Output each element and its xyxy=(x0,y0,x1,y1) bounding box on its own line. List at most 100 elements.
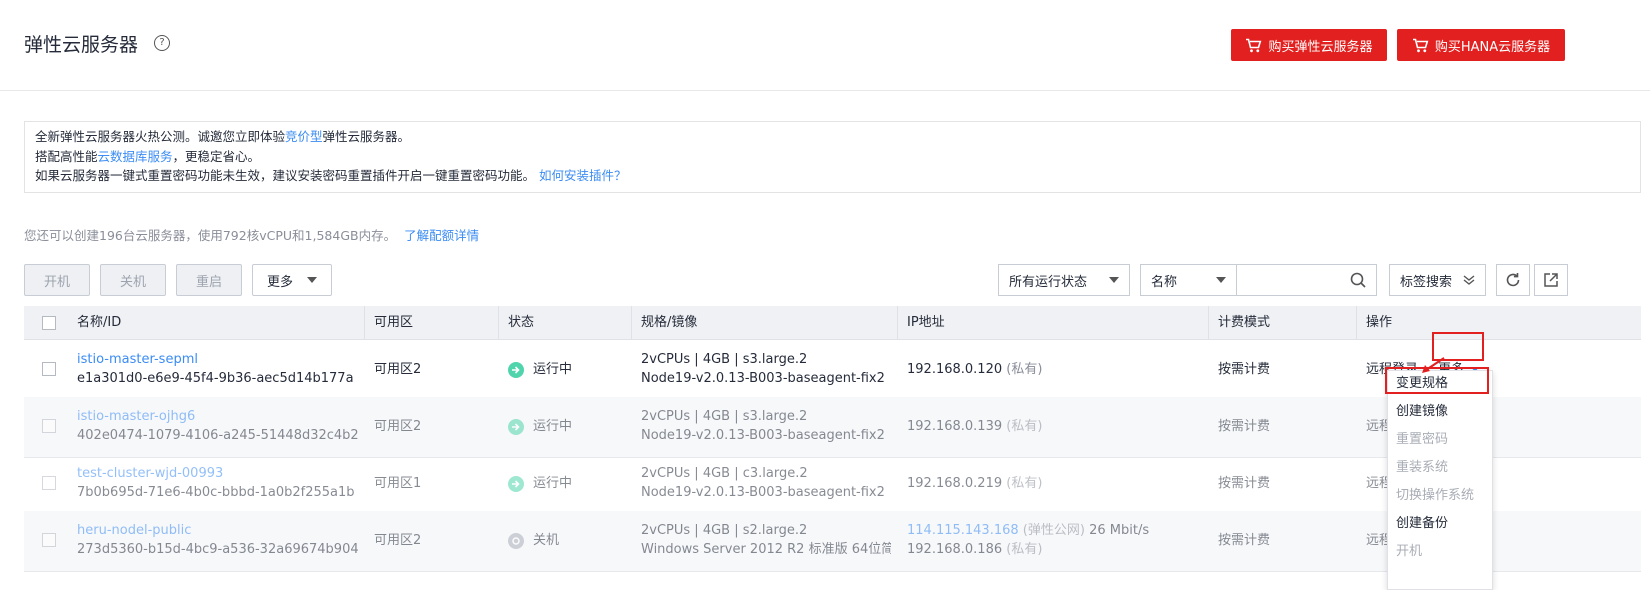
notice-line-2: 搭配高性能云数据库服务，更稳定省心。 xyxy=(35,147,1630,167)
private-ip: 192.168.0.120 xyxy=(907,362,1003,377)
table-header: 名称/ID 可用区 状态 规格/镜像 IP地址 计费模式 操作 xyxy=(24,306,1641,340)
install-plugin-link[interactable]: 如何安装插件？ xyxy=(539,168,627,183)
row-checkbox[interactable] xyxy=(42,476,56,490)
page-title: 弹性云服务器 xyxy=(24,34,139,56)
cart-icon xyxy=(1246,38,1262,52)
header-divider xyxy=(0,90,1650,91)
private-ip: 192.168.0.186 xyxy=(907,542,1003,557)
quota-text: 您还可以创建196台云服务器，使用792核vCPU和1,584GB内存。 xyxy=(24,228,397,243)
header-az[interactable]: 可用区 xyxy=(374,306,413,339)
quota-info: 您还可以创建196台云服务器，使用792核vCPU和1,584GB内存。 了解配额… xyxy=(24,225,479,244)
header-status[interactable]: 状态 xyxy=(508,306,534,339)
notice-text: 搭配高性能 xyxy=(35,148,98,164)
row-more-dropdown: 变更规格 创建镜像 重置密码 重装系统 切换操作系统 创建备份 开机 xyxy=(1387,370,1493,590)
stopped-icon xyxy=(508,532,524,549)
search-field-select[interactable]: 名称 xyxy=(1140,264,1236,296)
spec-text: 2vCPUs | 4GB | s3.large.2 xyxy=(641,352,808,367)
double-chevron-down-icon xyxy=(1463,275,1475,285)
quota-details-link[interactable]: 了解配额详情 xyxy=(404,228,479,243)
status-text: 运行中 xyxy=(533,476,573,491)
row-checkbox[interactable] xyxy=(42,419,56,433)
status-cell: 运行中 xyxy=(508,360,572,379)
running-icon xyxy=(508,475,524,492)
menu-item-create-backup[interactable]: 创建备份 xyxy=(1396,510,1448,538)
ip-type: (私有) xyxy=(1006,476,1043,491)
ip-type: (私有) xyxy=(1006,542,1043,557)
ip-cell: 114.115.143.168 (弹性公网) 26 Mbit/s 192.168… xyxy=(907,521,1149,559)
status-cell: 运行中 xyxy=(508,474,572,493)
header-ip[interactable]: IP地址 xyxy=(907,306,945,339)
availability-zone: 可用区1 xyxy=(374,476,422,491)
column-divider xyxy=(1208,306,1209,339)
server-name-link[interactable]: istio-master-sepml xyxy=(77,350,354,369)
status-text: 运行中 xyxy=(533,419,573,434)
export-icon xyxy=(1544,273,1558,287)
cart-icon xyxy=(1412,38,1429,52)
notice-text: 如果云服务器一键式重置密码功能未生效，建议安装密码重置插件开启一键重置密码功能。 xyxy=(35,168,536,183)
more-actions-button[interactable]: 更多 xyxy=(252,264,332,296)
annotation-arrow-icon xyxy=(1422,357,1445,373)
running-icon xyxy=(508,361,524,378)
ip-type: (私有) xyxy=(1006,362,1043,377)
server-name-link[interactable]: istio-master-ojhg6 xyxy=(77,407,359,426)
notice-text: ，更稳定省心。 xyxy=(172,148,261,164)
column-divider xyxy=(1356,306,1357,339)
spec-text: 2vCPUs | 4GB | c3.large.2 xyxy=(641,466,808,481)
export-button[interactable] xyxy=(1534,264,1568,296)
search-icon[interactable] xyxy=(1350,272,1366,288)
billing-mode: 按需计费 xyxy=(1218,362,1271,377)
status-text: 运行中 xyxy=(533,362,573,377)
menu-item-reset-password: 重置密码 xyxy=(1396,432,1449,447)
availability-zone: 可用区2 xyxy=(374,362,422,377)
status-cell: 关机 xyxy=(508,531,559,550)
row-checkbox[interactable] xyxy=(42,533,56,547)
status-cell: 运行中 xyxy=(508,417,572,436)
billing-mode: 按需计费 xyxy=(1218,419,1271,434)
search-field-value: 名称 xyxy=(1151,274,1178,290)
header-billing[interactable]: 计费模式 xyxy=(1218,306,1270,339)
column-divider xyxy=(631,306,632,339)
tag-search-button[interactable]: 标签搜索 xyxy=(1389,264,1486,296)
tag-search-label: 标签搜索 xyxy=(1400,274,1453,290)
menu-item-start: 开机 xyxy=(1396,544,1423,559)
caret-down-icon xyxy=(1216,277,1226,283)
server-id: 7b0b695d-71e6-4b0c-bbbd-1a0b2f255a1b xyxy=(77,485,355,500)
server-id: 402e0474-1079-4106-a245-51448d32c4b2 xyxy=(77,428,359,443)
menu-item-reinstall-os: 重装系统 xyxy=(1396,460,1449,475)
refresh-button[interactable] xyxy=(1496,264,1530,296)
stop-button[interactable]: 关机 xyxy=(100,264,166,296)
restart-button[interactable]: 重启 xyxy=(176,264,242,296)
select-all-checkbox[interactable] xyxy=(42,316,56,330)
help-icon[interactable]: ? xyxy=(154,35,170,51)
server-id: e1a301d0-e6e9-45f4-9b36-aec5d14b177a xyxy=(77,371,354,386)
spot-instance-link[interactable]: 竞价型 xyxy=(285,129,323,144)
column-divider xyxy=(364,306,365,339)
private-ip: 192.168.0.219 xyxy=(907,476,1003,491)
refresh-icon xyxy=(1506,273,1520,287)
status-filter-select[interactable]: 所有运行状态 xyxy=(998,264,1130,296)
ip-cell: 192.168.0.120 (私有) xyxy=(907,360,1042,379)
buy-hana-button[interactable]: 购买HANA云服务器 xyxy=(1397,29,1565,61)
notice-line-1: 全新弹性云服务器火热公测。诚邀您立即体验竞价型弹性云服务器。 xyxy=(35,127,1630,147)
ip-type: (私有) xyxy=(1006,419,1043,434)
buy-ecs-button[interactable]: 购买弹性云服务器 xyxy=(1231,29,1387,61)
server-name-link[interactable]: test-cluster-wjd-00993 xyxy=(77,464,355,483)
header-name-id[interactable]: 名称/ID xyxy=(77,306,121,339)
spec-text: 2vCPUs | 4GB | s3.large.2 xyxy=(641,409,808,424)
caret-down-icon xyxy=(307,277,317,283)
image-text: Windows Server 2012 R2 标准版 64位简... xyxy=(641,542,891,557)
caret-down-icon xyxy=(1109,277,1119,283)
availability-zone: 可用区2 xyxy=(374,533,422,548)
search-input[interactable] xyxy=(1236,264,1377,296)
billing-mode: 按需计费 xyxy=(1218,533,1271,548)
notice-line-3: 如果云服务器一键式重置密码功能未生效，建议安装密码重置插件开启一键重置密码功能。… xyxy=(35,166,1630,186)
server-name-link[interactable]: heru-nodel-public xyxy=(77,521,359,540)
header-spec[interactable]: 规格/镜像 xyxy=(641,306,697,339)
cloud-database-link[interactable]: 云数据库服务 xyxy=(98,149,173,164)
public-ip-link[interactable]: 114.115.143.168 xyxy=(907,523,1019,538)
menu-item-create-image[interactable]: 创建镜像 xyxy=(1396,398,1448,426)
start-button[interactable]: 开机 xyxy=(24,264,90,296)
status-text: 关机 xyxy=(533,533,560,548)
running-icon xyxy=(508,418,524,435)
row-checkbox[interactable] xyxy=(42,362,56,376)
